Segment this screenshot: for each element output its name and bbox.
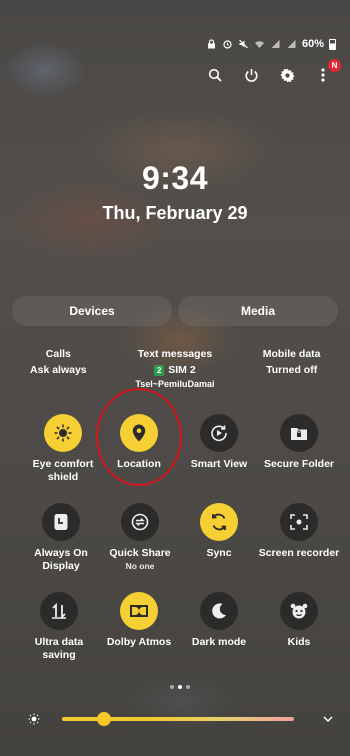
tile-always-on-display[interactable]: Always On Display <box>20 503 102 573</box>
power-button[interactable] <box>242 66 260 84</box>
tile-sync-button[interactable] <box>200 503 238 541</box>
gear-icon <box>279 68 295 82</box>
tile-smart-view-label: Smart View <box>190 458 248 470</box>
brightness-control <box>28 708 334 730</box>
mobile-data-sim-setting[interactable]: Mobile data Turned off <box>237 346 347 390</box>
calls-value: Ask always <box>30 364 87 376</box>
always-on-display-icon <box>54 514 68 530</box>
page-dot <box>170 685 174 689</box>
tile-dolby-atmos[interactable]: Dolby Atmos <box>98 592 180 649</box>
clock-date: Thu, February 29 <box>102 203 248 223</box>
clock-time: 9:34 <box>141 160 209 196</box>
tile-screen-recorder[interactable]: Screen recorder <box>258 503 340 560</box>
wifi-icon <box>254 41 264 48</box>
screen-recorder-icon <box>290 514 308 530</box>
tile-screen-recorder-label: Screen recorder <box>258 547 340 559</box>
tile-always-on-display-label: Always On Display <box>34 547 88 572</box>
calls-label: Calls <box>45 348 71 360</box>
battery-text: 60% <box>301 38 324 50</box>
page-dot <box>186 685 190 689</box>
sync-icon <box>212 513 226 531</box>
text-messages-label: Text messages <box>137 348 213 360</box>
tile-smart-view-button[interactable] <box>200 414 238 452</box>
lock-icon <box>207 39 215 49</box>
dark-mode-icon <box>212 603 226 619</box>
sim-manager-row: Calls Ask always Text messages 2 SIM 2 Ts… <box>0 346 350 390</box>
settings-button[interactable] <box>278 66 296 84</box>
power-icon <box>244 68 258 82</box>
ultra-data-saving-icon <box>52 602 66 620</box>
text-messages-sim-setting[interactable]: Text messages 2 SIM 2 Tsel~PemiluDamai <box>120 346 230 390</box>
notification-badge: N <box>328 59 341 72</box>
chevron-down-icon[interactable] <box>322 713 334 725</box>
tile-ultra-data-saving-button[interactable] <box>40 592 78 630</box>
tile-eye-comfort-shield-button[interactable] <box>44 414 82 452</box>
more-options-button[interactable]: N <box>314 59 341 84</box>
tile-ultra-data-saving[interactable]: Ultra data saving <box>18 592 100 662</box>
tile-always-on-display-button[interactable] <box>42 503 80 541</box>
brightness-icon <box>28 713 40 725</box>
tile-dolby-atmos-label: Dolby Atmos <box>106 636 172 648</box>
mobile-data-label: Mobile data <box>262 348 321 360</box>
brightness-slider[interactable] <box>62 712 294 726</box>
tile-kids-label: Kids <box>287 636 311 648</box>
signal-sim2-icon <box>287 40 296 48</box>
tile-quick-share-label: Quick Share <box>109 547 171 559</box>
brightness-slider-thumb[interactable] <box>96 712 111 726</box>
tile-secure-folder-label: Secure Folder <box>263 458 335 470</box>
media-button[interactable]: Media <box>178 296 338 326</box>
eye-comfort-icon <box>54 424 72 442</box>
mute-icon <box>239 39 248 49</box>
status-bar: 60% <box>206 38 336 50</box>
battery-icon <box>329 38 336 50</box>
page-dot-active <box>178 685 182 689</box>
text-messages-value: SIM 2 <box>168 364 196 376</box>
calls-sim-setting[interactable]: Calls Ask always <box>3 346 113 390</box>
tile-sync[interactable]: Sync <box>178 503 260 560</box>
secure-folder-icon <box>291 428 307 440</box>
tile-quick-share[interactable]: Quick Share No one <box>99 503 181 572</box>
tile-kids[interactable]: Kids <box>258 592 340 649</box>
page-indicator[interactable] <box>170 685 190 689</box>
smart-view-icon <box>211 425 227 442</box>
tile-ultra-data-saving-label: Ultra data saving <box>34 636 84 661</box>
tile-eye-comfort-shield[interactable]: Eye comfort shield <box>22 414 104 484</box>
tile-dark-mode-label: Dark mode <box>191 636 247 648</box>
tile-dark-mode-button[interactable] <box>200 592 238 630</box>
quick-share-icon <box>131 513 149 531</box>
tile-screen-recorder-button[interactable] <box>280 503 318 541</box>
mobile-data-value: Turned off <box>266 364 318 376</box>
tile-sync-label: Sync <box>206 547 232 559</box>
more-vertical-icon <box>321 68 325 82</box>
tile-secure-folder[interactable]: Secure Folder <box>258 414 340 471</box>
tile-dark-mode[interactable]: Dark mode <box>178 592 260 649</box>
kids-icon <box>290 603 308 619</box>
sim-number-badge: 2 <box>154 365 165 376</box>
devices-media-row: Devices Media <box>12 296 338 326</box>
tile-secure-folder-button[interactable] <box>280 414 318 452</box>
top-actions: N <box>206 59 341 84</box>
signal-sim1-icon <box>271 40 280 48</box>
search-icon <box>208 68 222 82</box>
tile-quick-share-button[interactable] <box>121 503 159 541</box>
location-highlight-ring <box>96 388 182 486</box>
dolby-atmos-icon <box>130 605 148 617</box>
tile-kids-button[interactable] <box>280 592 318 630</box>
tile-smart-view[interactable]: Smart View <box>178 414 260 471</box>
alarm-icon <box>223 40 232 49</box>
tile-quick-share-status: No one <box>125 561 155 571</box>
tile-eye-comfort-shield-label: Eye comfort shield <box>32 458 94 483</box>
search-button[interactable] <box>206 66 224 84</box>
tile-dolby-atmos-button[interactable] <box>120 592 158 630</box>
devices-button[interactable]: Devices <box>12 296 172 326</box>
